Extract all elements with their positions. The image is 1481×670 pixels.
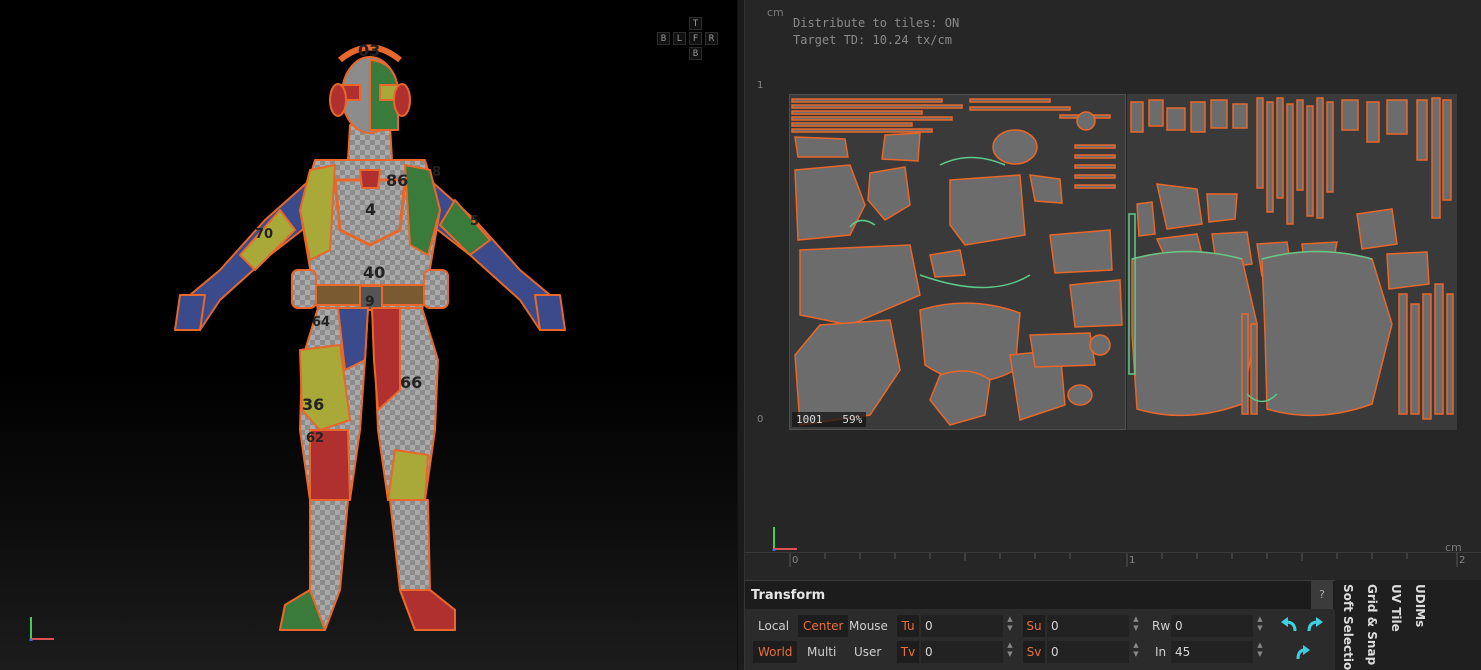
rotate-cw-icon[interactable]	[1303, 615, 1327, 637]
sv-input[interactable]: 0	[1047, 641, 1129, 663]
rw-input[interactable]: 0	[1171, 615, 1253, 637]
character-model[interactable]: 03 86 4 40 70 5 64 66 36 62 9 8	[160, 30, 580, 650]
uv-tile-1001[interactable]: 1001 59%	[789, 94, 1126, 430]
mouse-pivot-button[interactable]: Mouse	[844, 615, 893, 637]
ruler-tick-x0: 0	[792, 555, 799, 566]
rw-spinner-icon[interactable]: ▲ ▼	[1255, 615, 1265, 637]
target-texel-density: Target TD: 10.24 tx/cm	[793, 33, 952, 47]
ruler-tick-0: 0	[757, 414, 764, 425]
model-number-8: 8	[432, 165, 441, 180]
ruler-horizontal: 0 1 2 cm	[745, 541, 1481, 580]
transform-panel: Transform ? Local World Center Multi Mou…	[745, 580, 1335, 670]
rotate-ccw-icon[interactable]	[1277, 615, 1301, 637]
axis-gizmo-icon	[29, 617, 54, 641]
model-number-86: 86	[386, 171, 408, 190]
navcube-left[interactable]: L	[673, 32, 686, 45]
tile-id: 1001	[796, 413, 823, 426]
ruler-unit-bottom: cm	[1445, 541, 1462, 554]
tv-input[interactable]: 0	[921, 641, 1003, 663]
side-tab-strip: Soft Selection Grid & Snap UV Tile UDIMs	[1335, 580, 1481, 670]
tab-udims[interactable]: UDIMs	[1409, 584, 1431, 670]
tv-button[interactable]: Tv	[897, 641, 919, 663]
tu-button[interactable]: Tu	[897, 615, 919, 637]
model-number-9: 9	[365, 294, 375, 310]
model-number-40: 40	[363, 263, 385, 282]
tab-soft-selection[interactable]: Soft Selection	[1337, 584, 1359, 670]
navcube-right[interactable]: R	[705, 32, 718, 45]
sv-spinner-icon[interactable]: ▲ ▼	[1131, 641, 1141, 663]
help-button[interactable]: ?	[1311, 581, 1333, 609]
ruler-tick-x1: 1	[1129, 555, 1136, 566]
local-space-button[interactable]: Local	[753, 615, 794, 637]
model-number-36: 36	[302, 395, 324, 414]
su-spinner-icon[interactable]: ▲ ▼	[1131, 615, 1141, 637]
in-input[interactable]: 45	[1171, 641, 1253, 663]
tv-spinner-icon[interactable]: ▲ ▼	[1005, 641, 1015, 663]
uv-editor-viewport[interactable]: cm Distribute to tiles: ON Target TD: 10…	[745, 0, 1481, 580]
uv-islands-tile-1002[interactable]	[1127, 94, 1457, 430]
transform-panel-header[interactable]: Transform ?	[745, 581, 1335, 609]
panel-title: Transform	[751, 587, 826, 603]
ruler-unit-top: cm	[767, 6, 784, 19]
model-number-5: 5	[470, 214, 479, 229]
su-input[interactable]: 0	[1047, 615, 1129, 637]
tu-input[interactable]: 0	[921, 615, 1003, 637]
rw-label: Rw	[1152, 619, 1171, 633]
viewport-3d[interactable]: T B L F R B 03 86 4 40 70 5 64 66 36 62 …	[0, 0, 737, 670]
su-button[interactable]: Su	[1023, 615, 1045, 637]
tab-grid-snap[interactable]: Grid & Snap	[1361, 584, 1383, 670]
tu-spinner-icon[interactable]: ▲ ▼	[1005, 615, 1015, 637]
center-pivot-button[interactable]: Center	[798, 615, 849, 637]
model-number-4: 4	[365, 200, 376, 219]
navcube-bottom[interactable]: B	[689, 47, 702, 60]
uv-tile-1002[interactable]	[1127, 94, 1457, 430]
ruler-ticks	[789, 553, 1458, 567]
model-number-66: 66	[400, 373, 422, 392]
in-label: In	[1155, 645, 1167, 659]
tile-info-label: 1001 59%	[792, 412, 867, 427]
viewport-splitter[interactable]	[737, 0, 745, 670]
ruler-vertical: 1 0	[745, 0, 769, 580]
model-number-03: 03	[358, 41, 380, 60]
distribute-tiles-status: Distribute to tiles: ON	[793, 16, 960, 30]
navcube-back[interactable]: B	[657, 32, 670, 45]
user-pivot-button[interactable]: User	[849, 641, 886, 663]
view-navigation-cube[interactable]: T B L F R B	[657, 17, 719, 63]
navcube-front[interactable]: F	[689, 32, 702, 45]
ruler-tick-1: 1	[757, 80, 764, 91]
in-spinner-icon[interactable]: ▲ ▼	[1255, 641, 1265, 663]
rotate-by-angle-icon[interactable]	[1290, 641, 1314, 663]
model-number-70: 70	[255, 227, 273, 242]
tab-uv-tile[interactable]: UV Tile	[1385, 584, 1407, 670]
model-number-62: 62	[306, 431, 324, 446]
world-space-button[interactable]: World	[753, 641, 798, 663]
tile-fill-percent: 59%	[842, 413, 863, 426]
sv-button[interactable]: Sv	[1023, 641, 1045, 663]
multi-pivot-button[interactable]: Multi	[802, 641, 841, 663]
uv-axis-gizmo-icon	[772, 527, 797, 551]
ruler-tick-x2: 2	[1459, 555, 1466, 566]
navcube-top[interactable]: T	[689, 17, 702, 30]
model-number-64: 64	[312, 315, 330, 330]
uv-islands-tile-1001[interactable]	[790, 95, 1126, 430]
